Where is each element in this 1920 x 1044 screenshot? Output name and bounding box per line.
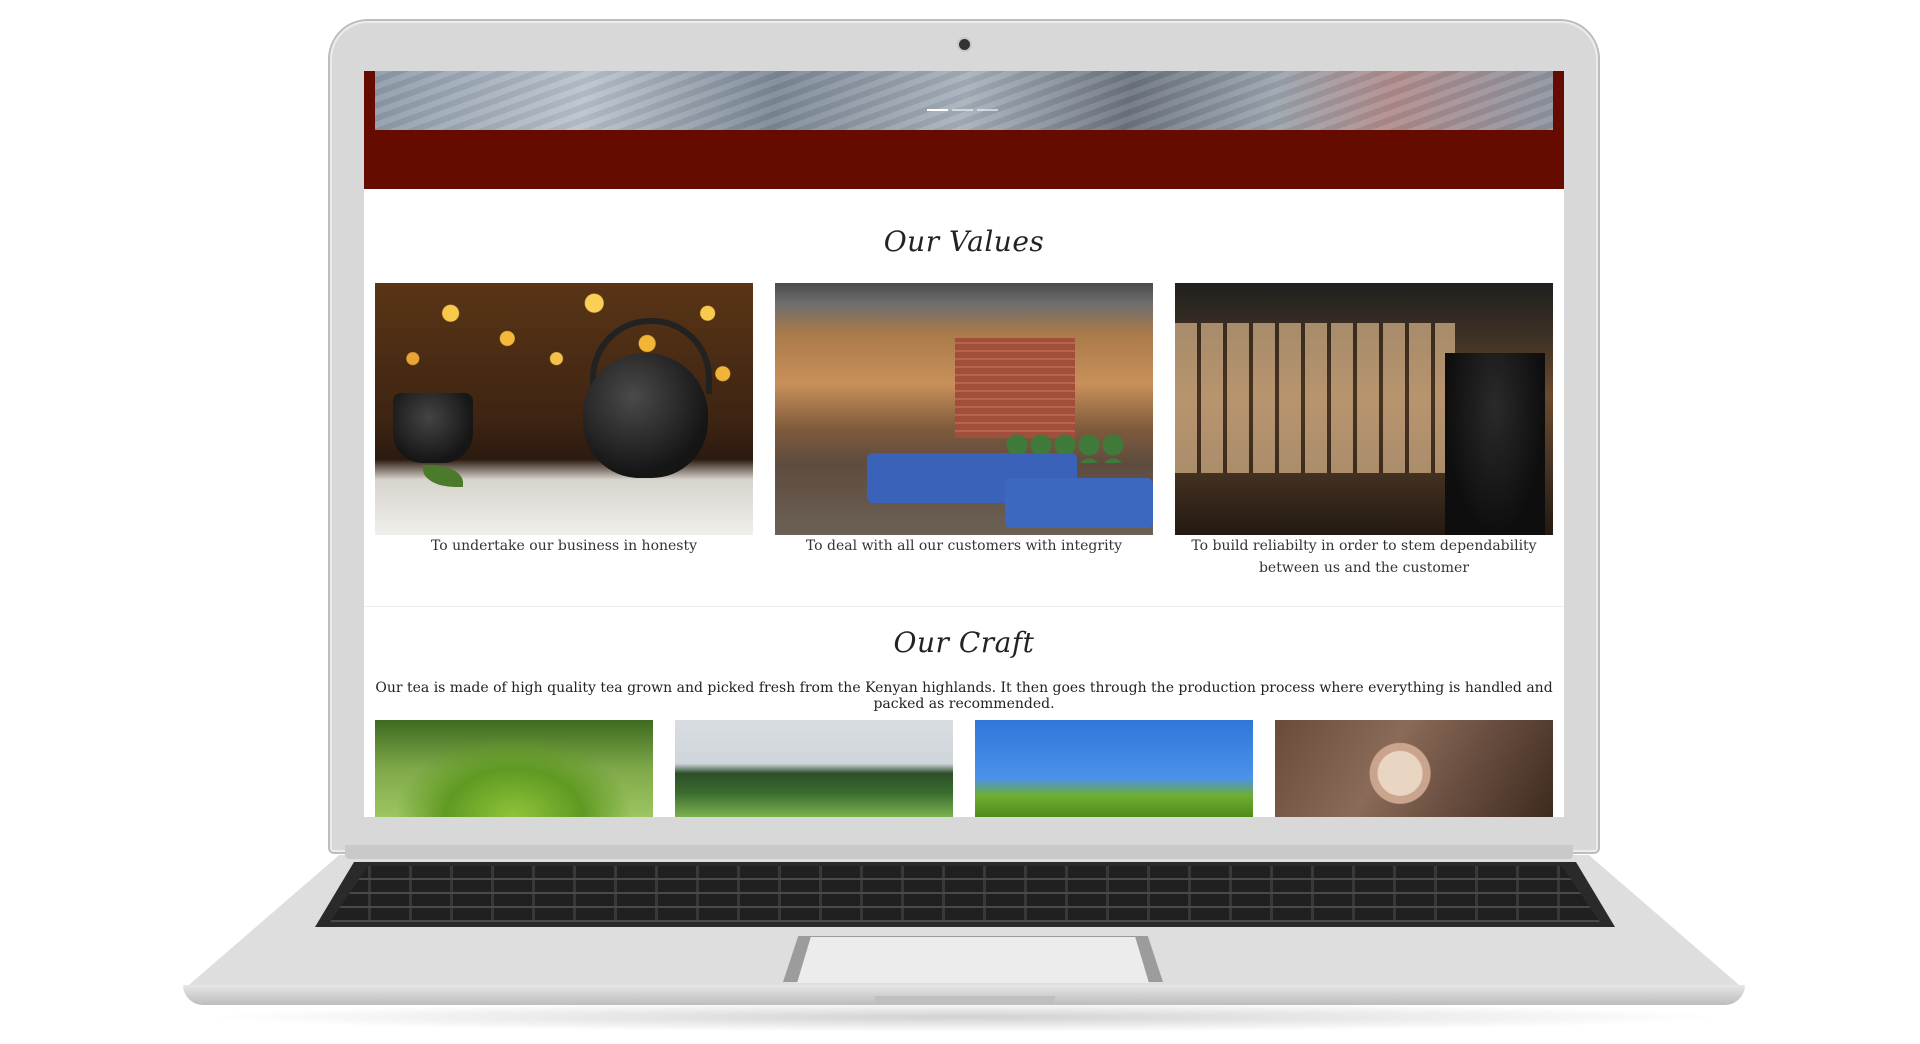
tea-field-sky-photo [975, 720, 1253, 817]
coworking-cafe-photo [1175, 283, 1553, 535]
laptop-hinge [345, 845, 1573, 859]
section-divider [364, 606, 1564, 607]
tea-leaves-photo [375, 720, 653, 817]
value-caption: To undertake our business in honesty [430, 538, 698, 554]
hero-banner [364, 71, 1564, 189]
value-card-honesty: To undertake our business in honesty [375, 283, 753, 557]
webcam-icon [959, 39, 970, 50]
keyboard-rows [330, 866, 1600, 922]
carousel-dot-2[interactable] [952, 109, 973, 111]
value-caption: To deal with all our customers with inte… [805, 538, 1123, 554]
carousel-dot-3[interactable] [977, 109, 998, 111]
values-heading: Our Values [883, 225, 1045, 258]
tea-hills-photo [675, 720, 953, 817]
carousel-indicators [927, 109, 998, 111]
value-caption: To build reliabilty in order to stem dep… [1191, 538, 1537, 576]
laptop-notch [875, 996, 1055, 1005]
carousel-dot-1[interactable] [927, 109, 948, 111]
value-card-integrity: To deal with all our customers with inte… [775, 283, 1153, 557]
laptop-shadow [200, 1002, 1730, 1032]
trackpad [797, 936, 1149, 983]
craft-heading: Our Craft [893, 626, 1035, 659]
tea-cup-photo [1275, 720, 1553, 817]
teapot-bokeh-photo [375, 283, 753, 535]
craft-description: Our tea is made of high quality tea grow… [375, 680, 1553, 712]
cafe-lounge-photo [775, 283, 1153, 535]
website-screen: Our Values To undertake our business in … [364, 71, 1564, 817]
hero-slide-image [375, 71, 1553, 130]
value-card-reliability: To build reliabilty in order to stem dep… [1175, 283, 1553, 579]
